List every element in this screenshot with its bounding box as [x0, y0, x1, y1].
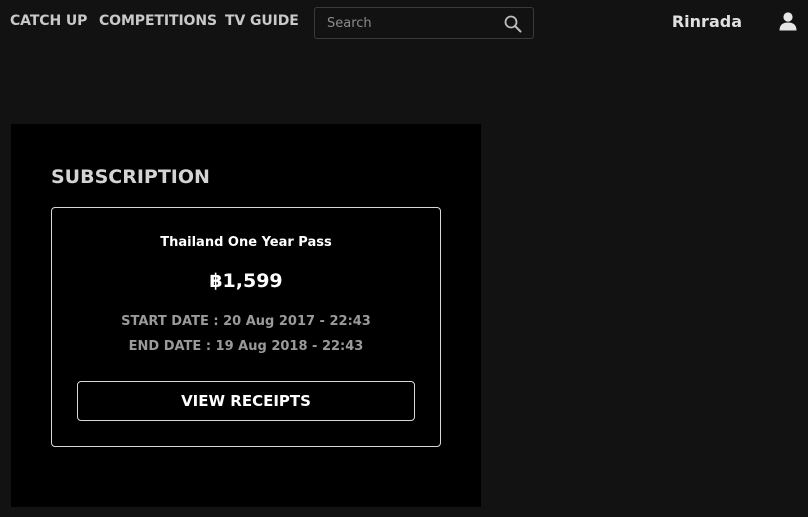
start-date: START DATE : 20 Aug 2017 - 22:43: [121, 314, 371, 329]
user-icon[interactable]: [778, 11, 798, 31]
plan-name: Thailand One Year Pass: [160, 235, 332, 250]
nav-item-catch-up[interactable]: CATCH UP: [10, 13, 87, 29]
top-navigation-bar: CATCH UP COMPETITIONS TV GUIDE Rinrada: [0, 0, 808, 48]
search-box: [314, 7, 534, 39]
search-input[interactable]: [327, 8, 497, 38]
user-name[interactable]: Rinrada: [672, 12, 742, 31]
subscription-title: SUBSCRIPTION: [51, 166, 210, 188]
end-date: END DATE : 19 Aug 2018 - 22:43: [128, 339, 364, 354]
nav-item-tv-guide[interactable]: TV GUIDE: [225, 13, 299, 29]
subscription-card: Thailand One Year Pass ฿1,599 START DATE…: [51, 207, 441, 447]
subscription-panel: SUBSCRIPTION Thailand One Year Pass ฿1,5…: [11, 124, 481, 507]
search-icon[interactable]: [504, 15, 522, 33]
view-receipts-button[interactable]: VIEW RECEIPTS: [77, 381, 415, 421]
nav-item-competitions[interactable]: COMPETITIONS: [99, 13, 217, 29]
plan-price: ฿1,599: [209, 270, 283, 292]
